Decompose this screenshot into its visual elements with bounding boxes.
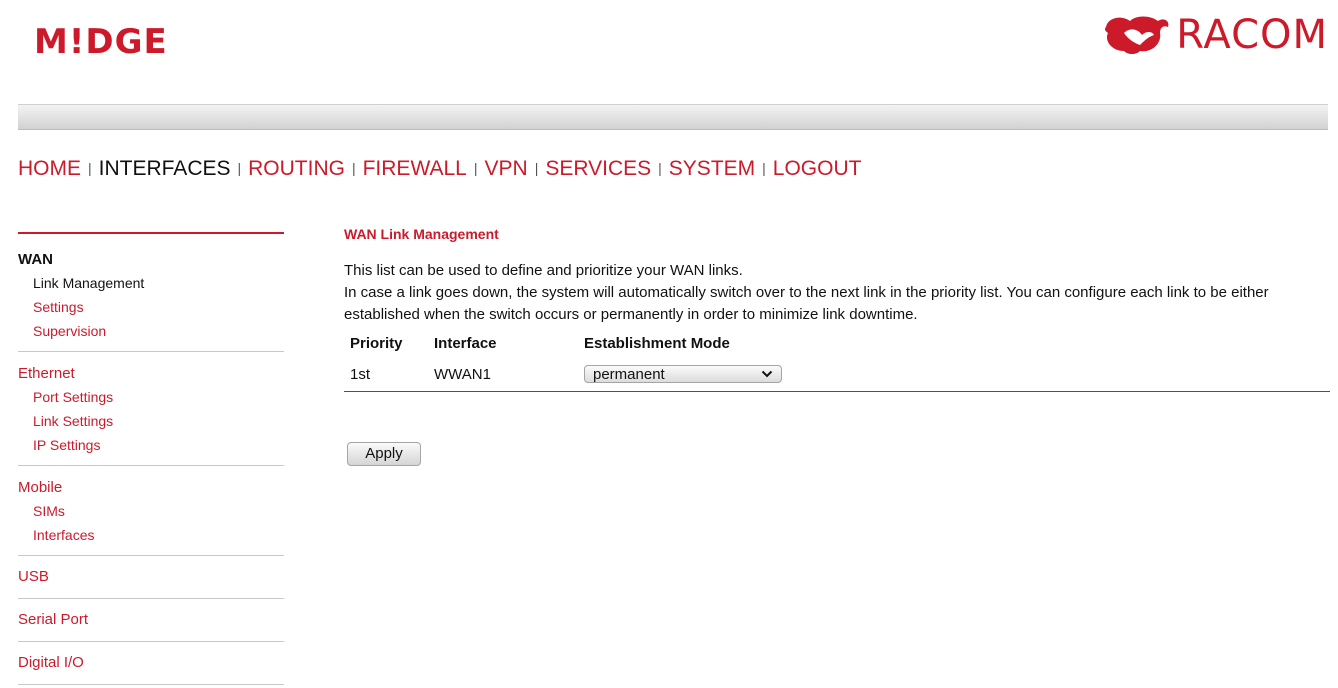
chevron-down-icon: [761, 370, 773, 378]
sidebar-heading-digital-io[interactable]: Digital I/O: [18, 651, 284, 674]
sidebar-heading-serial-port[interactable]: Serial Port: [18, 608, 284, 631]
top-navigation: HOME | INTERFACES | ROUTING | FIREWALL | VPN | SER…: [18, 157, 861, 181]
header-bar: [18, 104, 1328, 130]
mode-cell: permanent: [578, 358, 1330, 392]
table-row: 1st WWAN1 permanent: [344, 358, 1330, 392]
column-header-interface: Interface: [434, 334, 497, 352]
nav-vpn[interactable]: VPN: [485, 157, 528, 180]
racom-wordmark: RACOM: [1176, 12, 1328, 58]
nav-system[interactable]: SYSTEM: [669, 157, 755, 180]
sidebar-group-usb: USB: [18, 556, 284, 599]
sidebar-heading-usb[interactable]: USB: [18, 565, 284, 588]
sidebar: WAN Link Management Settings Supervision…: [18, 232, 284, 685]
sidebar-item-link-management[interactable]: Link Management: [18, 271, 284, 295]
sidebar-item-ip-settings[interactable]: IP Settings: [18, 433, 284, 457]
sidebar-item-link-settings[interactable]: Link Settings: [18, 409, 284, 433]
column-header-establishment-mode: Establishment Mode: [584, 334, 730, 352]
description-line-1: This list can be used to define and prio…: [344, 262, 743, 279]
nav-separator: |: [473, 160, 478, 176]
establishment-mode-value: permanent: [593, 365, 665, 383]
establishment-mode-select[interactable]: permanent: [584, 365, 782, 383]
nav-separator: |: [351, 160, 356, 176]
page-description: This list can be used to define and prio…: [344, 260, 1330, 326]
nav-routing[interactable]: ROUTING: [248, 157, 345, 180]
column-header-priority: Priority: [350, 334, 403, 352]
wan-links-table: Priority Interface Establishment Mode 1s…: [344, 328, 1330, 392]
racom-bird-icon: [1105, 16, 1169, 54]
nav-services[interactable]: SERVICES: [545, 157, 651, 180]
racom-logo: RACOM: [1102, 10, 1328, 60]
priority-cell: 1st: [344, 358, 428, 392]
apply-button[interactable]: Apply: [347, 442, 421, 466]
sidebar-group-wan: WAN Link Management Settings Supervision: [18, 234, 284, 352]
sidebar-item-port-settings[interactable]: Port Settings: [18, 385, 284, 409]
sidebar-item-wan-settings[interactable]: Settings: [18, 295, 284, 319]
nav-separator: |: [88, 160, 92, 176]
page-title: WAN Link Management: [344, 226, 499, 242]
interface-cell: WWAN1: [428, 358, 578, 392]
sidebar-item-supervision[interactable]: Supervision: [18, 319, 284, 343]
nav-separator: |: [658, 160, 662, 176]
sidebar-heading-wan[interactable]: WAN: [18, 248, 284, 271]
nav-separator: |: [534, 160, 539, 176]
nav-interfaces[interactable]: INTERFACES: [99, 157, 231, 180]
description-line-2: In case a link goes down, the system wil…: [344, 284, 1269, 323]
sidebar-group-ethernet: Ethernet Port Settings Link Settings IP …: [18, 352, 284, 466]
nav-firewall[interactable]: FIREWALL: [363, 157, 467, 180]
nav-separator: |: [762, 160, 766, 176]
sidebar-item-sims[interactable]: SIMs: [18, 499, 284, 523]
sidebar-heading-ethernet[interactable]: Ethernet: [18, 362, 284, 385]
sidebar-group-digital-io: Digital I/O: [18, 642, 284, 685]
nav-separator: |: [237, 160, 242, 176]
main-content: WAN Link Management This list can be use…: [344, 224, 1330, 466]
sidebar-group-serial-port: Serial Port: [18, 599, 284, 642]
sidebar-group-mobile: Mobile SIMs Interfaces: [18, 466, 284, 556]
midge-logo: M!DGE: [34, 22, 168, 62]
sidebar-item-mobile-interfaces[interactable]: Interfaces: [18, 523, 284, 547]
nav-logout[interactable]: LOGOUT: [773, 157, 862, 180]
sidebar-heading-mobile[interactable]: Mobile: [18, 476, 284, 499]
nav-home[interactable]: HOME: [18, 157, 81, 180]
